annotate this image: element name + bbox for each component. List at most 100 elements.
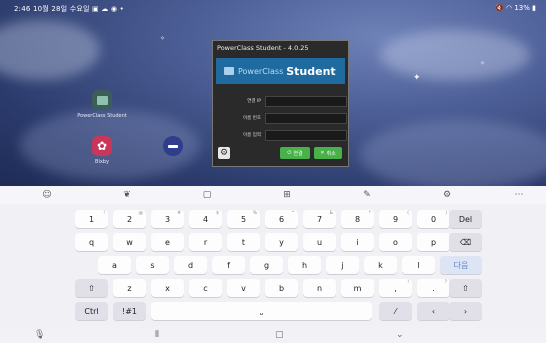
- handwriting-icon[interactable]: ✎: [360, 190, 374, 200]
- battery-icon: ▮: [532, 4, 536, 12]
- key-o[interactable]: o: [379, 233, 412, 251]
- navigation-bar: 🎙 ⦀ ▢ ⌄: [0, 329, 546, 343]
- key-m[interactable]: m: [341, 279, 374, 297]
- key-label: 7: [316, 214, 323, 224]
- banner-brand: PowerClass: [238, 66, 284, 76]
- key-label: 2: [126, 214, 133, 224]
- key-j[interactable]: j: [326, 256, 359, 274]
- key-label: 3: [164, 214, 171, 224]
- shift-key[interactable]: ⇧: [75, 279, 108, 297]
- key-period[interactable]: .?: [417, 279, 450, 297]
- app-unknown[interactable]: [143, 136, 203, 159]
- arrow-right-icon: ›: [463, 306, 468, 316]
- key-k[interactable]: k: [364, 256, 397, 274]
- key-label: !#1: [122, 306, 137, 316]
- key-z[interactable]: z: [113, 279, 146, 297]
- keyboard-toolbar: ☺ ❦ ▢ ⊞ ✎ ⚙ ⋯: [0, 186, 546, 204]
- key-h[interactable]: h: [288, 256, 321, 274]
- key-hint: $: [216, 211, 219, 216]
- clipboard-icon[interactable]: ▢: [200, 190, 214, 200]
- delete-key[interactable]: Del: [449, 210, 482, 228]
- key-g[interactable]: g: [250, 256, 283, 274]
- key-label: 8: [354, 214, 361, 224]
- back-chevron-icon[interactable]: ⌄: [396, 330, 404, 340]
- cancel-button[interactable]: ✕ 취소: [314, 147, 342, 159]
- field-label: 이름 입력: [243, 133, 261, 138]
- key-2[interactable]: 2 @: [113, 210, 146, 228]
- key-hint: ?: [444, 280, 447, 285]
- form-row-name: 이름 입력: [221, 130, 347, 141]
- key-n[interactable]: n: [303, 279, 336, 297]
- ip-input[interactable]: [265, 96, 347, 107]
- key-b[interactable]: b: [265, 279, 298, 297]
- key-label: Ctrl: [84, 306, 99, 316]
- app-bixby[interactable]: ✿ Bixby: [72, 136, 132, 165]
- cancel-label: 취소: [326, 150, 336, 157]
- key-v[interactable]: v: [227, 279, 260, 297]
- status-bar: 2:46 10월 28일 수요일 ▣ ☁ ◉ • 🔇 ◠ 13% ▮: [0, 0, 546, 16]
- key-y[interactable]: y: [265, 233, 298, 251]
- settings-button[interactable]: ⚙: [218, 147, 230, 159]
- backspace-key[interactable]: ⌫: [449, 233, 482, 251]
- key-u[interactable]: u: [303, 233, 336, 251]
- key-d[interactable]: d: [174, 256, 207, 274]
- key-r[interactable]: r: [189, 233, 222, 251]
- ctrl-key[interactable]: Ctrl: [75, 302, 108, 320]
- key-f[interactable]: f: [212, 256, 245, 274]
- form-row-ip: 연결 IP: [221, 96, 347, 107]
- home-icon[interactable]: ▢: [275, 330, 284, 340]
- mic-icon[interactable]: 🎙: [34, 330, 45, 340]
- key-l[interactable]: l: [402, 256, 435, 274]
- space-key[interactable]: ⎵: [151, 302, 372, 320]
- key-9[interactable]: 9(: [379, 210, 412, 228]
- arrow-left-key[interactable]: ‹: [417, 302, 450, 320]
- key-comma[interactable]: ,!: [379, 279, 412, 297]
- emoji-icon[interactable]: ☺: [40, 190, 54, 200]
- symbols-key[interactable]: !#1: [113, 302, 146, 320]
- status-time-text: 2:46 10월 28일 수요일: [14, 5, 90, 13]
- key-a[interactable]: a: [98, 256, 131, 274]
- key-label: 다음: [453, 260, 469, 270]
- key-i[interactable]: i: [341, 233, 374, 251]
- key-0[interactable]: 0): [417, 210, 450, 228]
- app-powerclass-student[interactable]: PowerClass Student: [72, 90, 132, 119]
- space-icon: ⎵: [259, 306, 264, 315]
- key-5[interactable]: 5%: [227, 210, 260, 228]
- backspace-icon: ⌫: [459, 237, 472, 247]
- battery-text: 13%: [514, 4, 530, 12]
- one-handed-icon[interactable]: ⊞: [280, 190, 294, 200]
- key-4[interactable]: 4 $: [189, 210, 222, 228]
- key-label: ,: [394, 283, 397, 293]
- name-input[interactable]: [265, 130, 347, 141]
- key-hint: #: [177, 211, 181, 216]
- key-x[interactable]: x: [151, 279, 184, 297]
- key-6[interactable]: 6 ^: [265, 210, 298, 228]
- key-t[interactable]: t: [227, 233, 260, 251]
- status-right: 🔇 ◠ 13% ▮: [495, 4, 536, 12]
- language-key[interactable]: ⁄: [379, 302, 412, 320]
- shift-key-right[interactable]: ⇧: [449, 279, 482, 297]
- key-7[interactable]: 7 &: [303, 210, 336, 228]
- enter-key[interactable]: 다음: [440, 256, 482, 274]
- key-8[interactable]: 8 *: [341, 210, 374, 228]
- key-p[interactable]: p: [417, 233, 450, 251]
- key-hint: &: [329, 211, 333, 216]
- key-q[interactable]: q: [75, 233, 108, 251]
- key-s[interactable]: s: [136, 256, 169, 274]
- key-w[interactable]: w: [113, 233, 146, 251]
- banner-product: Student: [286, 64, 336, 78]
- key-1[interactable]: 1!: [75, 210, 108, 228]
- connect-button[interactable]: ⏻ 연결: [280, 147, 310, 159]
- sticker-icon[interactable]: ❦: [120, 190, 134, 200]
- key-3[interactable]: 3 #: [151, 210, 184, 228]
- key-e[interactable]: e: [151, 233, 184, 251]
- settings-icon[interactable]: ⚙: [440, 190, 454, 200]
- key-c[interactable]: c: [189, 279, 222, 297]
- arrow-left-icon: ‹: [431, 306, 436, 316]
- arrow-right-key[interactable]: ›: [449, 302, 482, 320]
- number-input[interactable]: [265, 113, 347, 124]
- recents-icon[interactable]: ⦀: [155, 330, 159, 340]
- app-label: PowerClass Student: [77, 113, 127, 119]
- cloud: [0, 20, 100, 80]
- more-icon[interactable]: ⋯: [512, 190, 526, 200]
